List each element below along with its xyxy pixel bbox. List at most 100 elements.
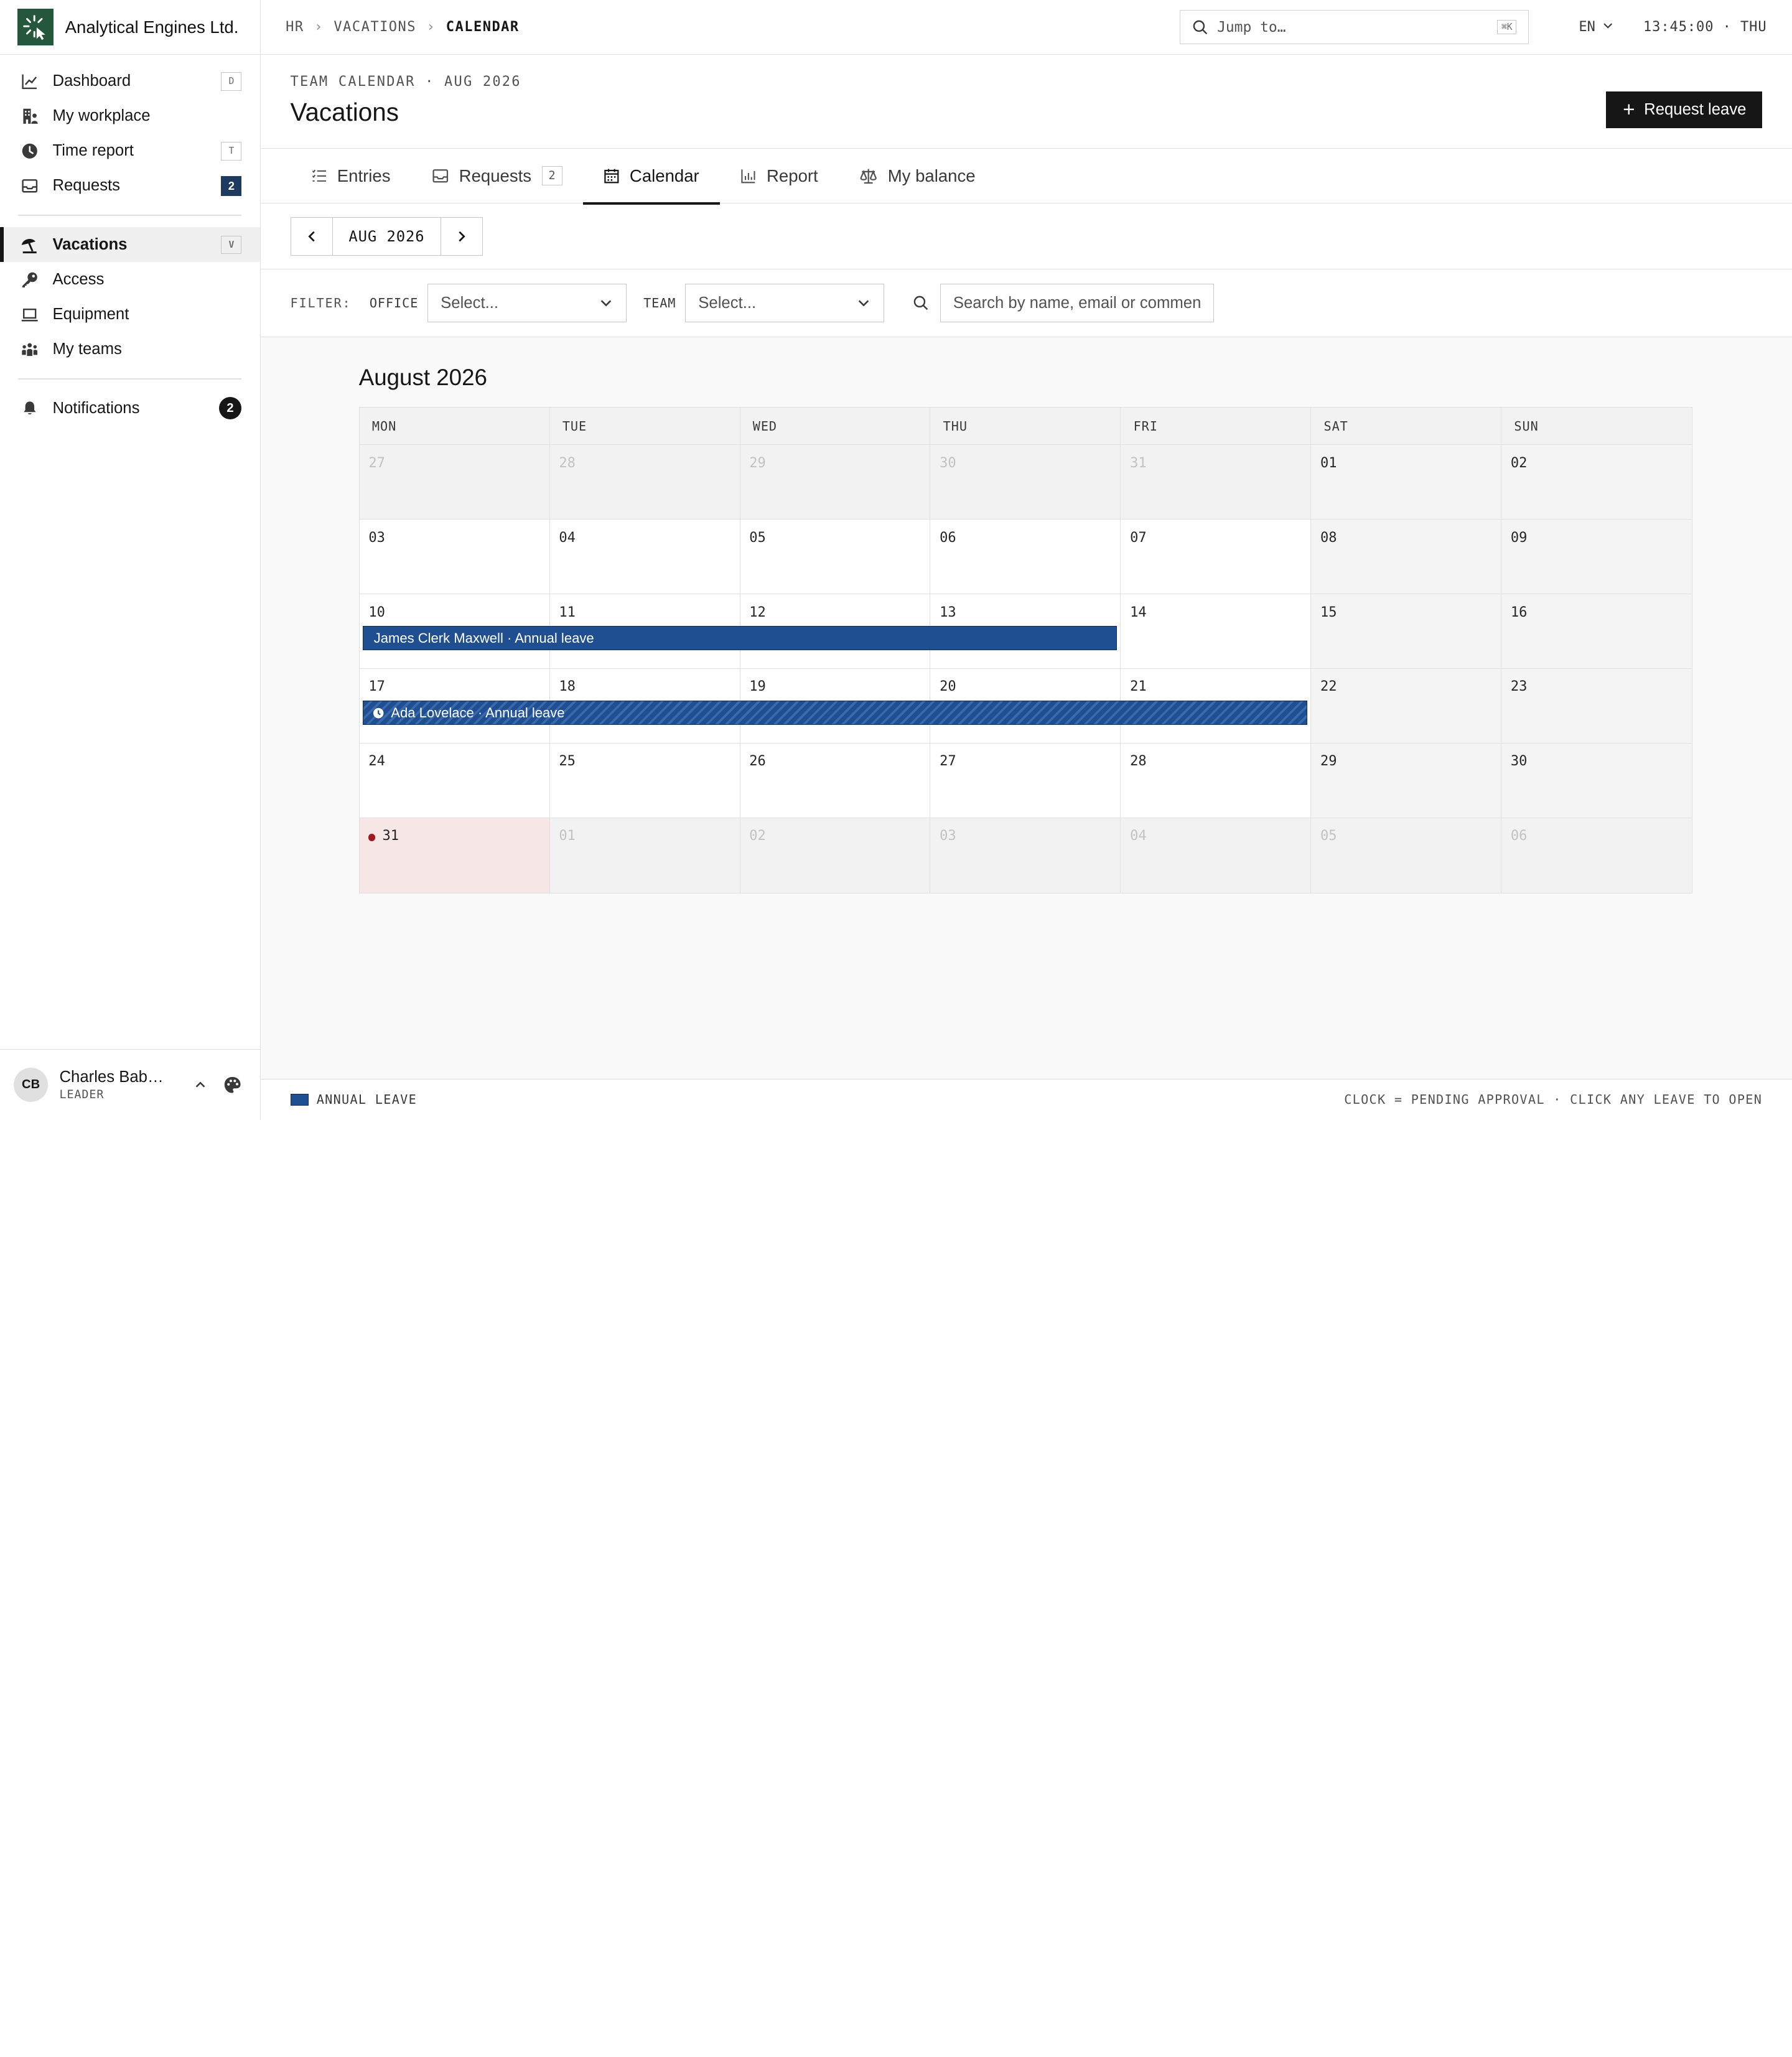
calendar-day-outside-month[interactable]: 29 [740, 445, 931, 520]
calendar-day-today[interactable]: 31 [359, 818, 550, 893]
day-number: 26 [749, 753, 766, 770]
building-icon [21, 107, 39, 125]
team-filter-label: TEAM [643, 296, 676, 311]
calendar-day[interactable]: 14 [1121, 594, 1312, 669]
weekday-header: MON [360, 407, 550, 445]
current-month-label[interactable]: AUG 2026 [332, 217, 442, 256]
shortcut-hint: D [221, 72, 242, 91]
brand-logo-icon [17, 9, 54, 45]
day-number: 25 [559, 753, 576, 770]
calendar-day[interactable]: 05 [740, 520, 931, 595]
shortcut-hint: V [221, 235, 242, 254]
user-profile[interactable]: CB Charles Babbage LEADER [0, 1049, 260, 1120]
sidebar-item-my-workplace[interactable]: My workplace [0, 99, 260, 134]
request-leave-button[interactable]: + Request leave [1605, 91, 1763, 128]
sidebar-item-time-report[interactable]: Time report T [0, 134, 260, 169]
leave-event-label: James Clerk Maxwell · Annual leave [373, 630, 594, 646]
calendar-day[interactable]: 06 [930, 520, 1121, 595]
jump-to-search[interactable]: Jump to… ⌘K [1180, 10, 1529, 45]
key-icon [21, 271, 39, 289]
sidebar-item-label: Notifications [52, 399, 140, 417]
calendar-day[interactable]: 07 [1121, 520, 1312, 595]
leave-event[interactable]: James Clerk Maxwell · Annual leave [363, 626, 1117, 651]
count-badge: 2 [218, 396, 242, 420]
day-number: 20 [940, 679, 956, 695]
calendar-day[interactable]: 25 [549, 743, 740, 818]
breadcrumb-item-hr[interactable]: HR [286, 19, 304, 35]
calendar-day[interactable]: 23 [1501, 668, 1692, 744]
sidebar-item-dashboard[interactable]: Dashboard D [0, 64, 260, 99]
tab-label: Requests [459, 166, 532, 185]
calendar-day-outside-month[interactable]: 04 [1121, 818, 1312, 893]
calendar-day[interactable]: 15 [1311, 594, 1502, 669]
calendar-day[interactable]: 04 [549, 520, 740, 595]
clock-readout: 13:45:00 · THU [1643, 19, 1767, 35]
calendar-day[interactable]: 30 [1501, 743, 1692, 818]
previous-month-button[interactable] [291, 218, 332, 255]
tab-requests[interactable]: Requests 2 [411, 149, 583, 203]
chevron-left-icon [305, 230, 319, 243]
calendar-day-outside-month[interactable]: 30 [930, 445, 1121, 520]
calendar-day[interactable]: 03 [359, 520, 550, 595]
calendar-day[interactable]: 22 [1311, 668, 1502, 744]
sidebar-item-equipment[interactable]: Equipment [0, 297, 260, 332]
calendar-day-outside-month[interactable]: 01 [549, 818, 740, 893]
day-number: 24 [368, 753, 385, 770]
calendar-day[interactable]: 28 [1121, 743, 1312, 818]
sidebar-item-requests[interactable]: Requests 2 [0, 169, 260, 203]
sidebar-item-access[interactable]: Access [0, 262, 260, 297]
team-select[interactable]: Select... [685, 283, 884, 323]
brand[interactable]: Analytical Engines Ltd. [0, 0, 260, 55]
people-search-input[interactable] [940, 283, 1215, 323]
sidebar-item-my-teams[interactable]: My teams [0, 332, 260, 367]
office-select[interactable]: Select... [427, 283, 627, 323]
calendar-day-outside-month[interactable]: 02 [740, 818, 931, 893]
day-number: 27 [940, 753, 956, 770]
day-number: 29 [749, 455, 766, 471]
filter-label: FILTER: [290, 296, 352, 311]
calendar-day-outside-month[interactable]: 31 [1121, 445, 1312, 520]
calendar-day[interactable]: 26 [740, 743, 931, 818]
tab-entries[interactable]: Entries [291, 149, 411, 203]
calendar-day[interactable]: 16 [1501, 594, 1692, 669]
calendar-day[interactable]: 27 [930, 743, 1121, 818]
calendar-day[interactable]: 08 [1311, 520, 1502, 595]
calendar-days: 27 28 29 30 31 01 02 03 04 05 06 07 08 09 10 11 12 13 14 15… [359, 445, 1692, 893]
sidebar-item-notifications[interactable]: Notifications 2 [0, 391, 260, 426]
calendar-day[interactable]: 29 [1311, 743, 1502, 818]
sidebar-item-label: Requests [52, 177, 121, 195]
day-number: 17 [368, 679, 385, 695]
page-eyebrow: TEAM CALENDAR · AUG 2026 [290, 74, 521, 90]
calendar-day-outside-month[interactable]: 27 [359, 445, 550, 520]
leave-event-pending[interactable]: Ada Lovelace · Annual leave [363, 701, 1307, 725]
calendar-day-outside-month[interactable]: 03 [930, 818, 1121, 893]
weekday-header: WED [740, 407, 931, 445]
calendar-day-outside-month[interactable]: 06 [1501, 818, 1692, 893]
weekday-header: TUE [550, 407, 740, 445]
chevron-down-icon [599, 296, 613, 310]
list-icon [311, 168, 327, 184]
day-number: 23 [1510, 679, 1528, 695]
calendar-day-outside-month[interactable]: 05 [1311, 818, 1502, 893]
tab-report[interactable]: Report [720, 149, 839, 203]
sidebar-item-label: Dashboard [52, 72, 131, 90]
language-selector[interactable]: EN [1579, 19, 1613, 35]
sidebar-item-label: My workplace [52, 107, 151, 125]
sidebar-item-label: My teams [52, 340, 122, 358]
palette-icon[interactable] [219, 1071, 246, 1098]
sidebar-item-vacations[interactable]: Vacations V [0, 227, 260, 263]
bell-icon [21, 399, 39, 417]
calendar-day-outside-month[interactable]: 28 [549, 445, 740, 520]
calendar-day[interactable]: 01 [1311, 445, 1502, 520]
calendar-day[interactable]: 02 [1501, 445, 1692, 520]
weekday-header: THU [930, 407, 1121, 445]
next-month-button[interactable] [441, 218, 482, 255]
leave-event-label: Ada Lovelace · Annual leave [391, 704, 565, 721]
chevron-up-icon[interactable] [187, 1071, 214, 1098]
breadcrumb-item-vacations[interactable]: VACATIONS [334, 19, 416, 35]
day-number: 14 [1130, 604, 1147, 620]
calendar-day[interactable]: 24 [359, 743, 550, 818]
tab-my-balance[interactable]: My balance [839, 149, 996, 203]
tab-calendar[interactable]: Calendar [582, 149, 720, 205]
calendar-day[interactable]: 09 [1501, 520, 1692, 595]
